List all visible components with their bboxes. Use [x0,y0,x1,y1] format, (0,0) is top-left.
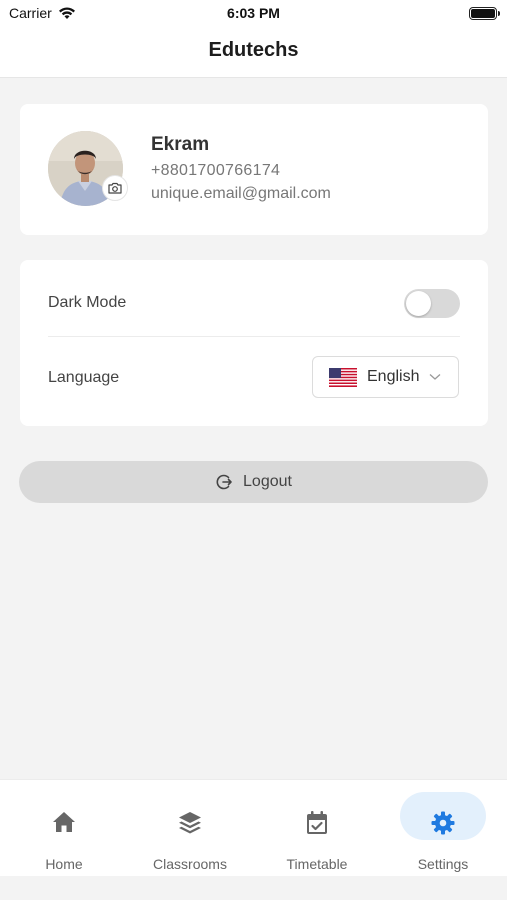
us-flag-icon [329,367,357,387]
change-photo-button[interactable] [102,175,128,201]
gear-icon [431,811,455,835]
language-value: English [367,368,420,385]
battery-icon [469,7,500,20]
layers-icon [179,812,201,834]
language-select[interactable]: English [312,356,459,398]
language-label: Language [48,369,120,386]
tab-label: Timetable [286,856,348,872]
tab-timetable[interactable]: Timetable [262,790,372,872]
calendar-check-icon [307,811,327,834]
settings-card: Dark Mode Language English [20,260,488,426]
tab-settings[interactable]: Settings [388,790,498,872]
tab-classrooms[interactable]: Classrooms [135,790,245,872]
page-title: Edutechs [208,39,299,61]
logout-button[interactable]: Logout [19,461,488,503]
tab-label: Settings [417,856,469,872]
profile-card: Ekram +8801700766174 unique.email@gmail.… [20,104,488,235]
status-time: 6:03 PM [227,5,280,21]
dark-mode-label: Dark Mode [48,294,127,311]
camera-icon [108,182,122,194]
profile-email: unique.email@gmail.com [151,185,331,202]
status-bar: Carrier 6:03 PM [0,0,507,28]
toggle-knob [406,291,431,316]
dark-mode-toggle[interactable] [404,289,460,318]
home-indicator-area [0,876,507,900]
divider [48,336,460,337]
tab-label: Classrooms [153,856,227,872]
profile-phone: +8801700766174 [151,162,281,179]
logout-label: Logout [243,473,292,490]
tab-home[interactable]: Home [9,790,119,872]
tab-bar: Home Classrooms Timetable Settings [0,779,507,876]
tab-label: Home [45,856,83,872]
top-bar: Carrier 6:03 PM Edutechs [0,0,507,78]
profile-name: Ekram [151,134,210,155]
chevron-down-icon [430,374,441,380]
home-icon [53,812,75,832]
logout-icon [216,474,232,490]
